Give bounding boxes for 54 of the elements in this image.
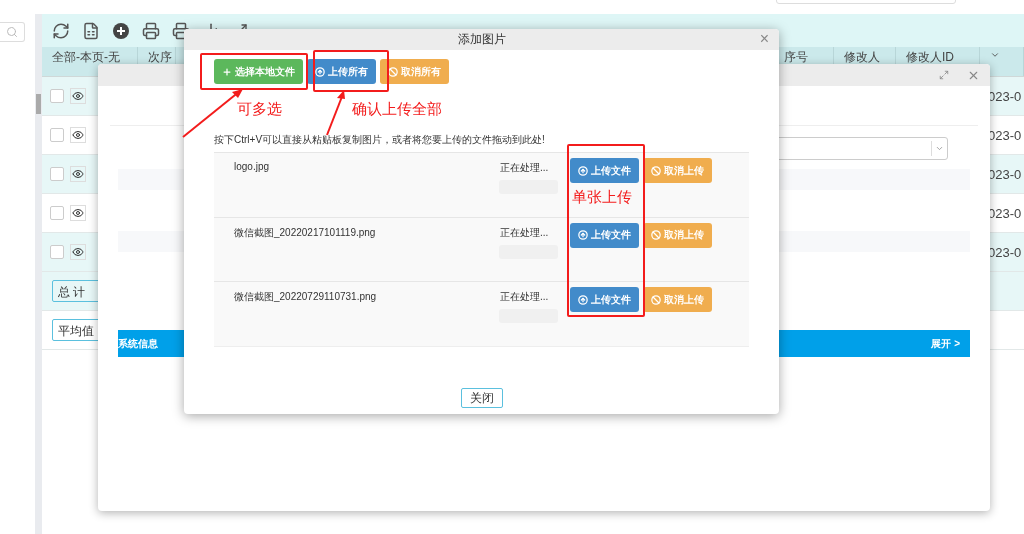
plus-icon — [222, 66, 232, 77]
file-name: 微信截图_20220217101119.png — [234, 225, 376, 240]
view-icon[interactable] — [70, 127, 86, 143]
dialog-title: 添加图片 — [457, 31, 506, 48]
spreadsheet-icon[interactable] — [82, 21, 100, 40]
hint-text: 按下Ctrl+V可以直接从粘贴板复制图片，或者将您要上传的文件拖动到此处! — [214, 133, 546, 147]
add-icon[interactable] — [112, 21, 130, 40]
cancel-button[interactable]: 取消所有 — [380, 59, 449, 84]
row-checkbox[interactable] — [50, 167, 64, 181]
maximize-icon[interactable] — [939, 70, 949, 80]
search-field[interactable] — [0, 22, 25, 42]
add-button[interactable]: 选择本地文件 — [214, 59, 303, 84]
close-button[interactable]: × — [759, 30, 769, 48]
annotation-arrow — [326, 90, 346, 136]
expand-link[interactable]: 展开 > — [931, 336, 960, 351]
close-button[interactable]: 关闭 — [460, 388, 503, 408]
file-status: 正在处理... — [500, 161, 549, 175]
caret-icon — [990, 50, 1000, 60]
file-status: 正在处理... — [500, 290, 549, 304]
cancel-button[interactable]: 取消上传 — [643, 287, 712, 312]
ban-icon — [388, 66, 398, 77]
annotation-text: 单张上传 — [572, 188, 632, 207]
view-icon[interactable] — [70, 88, 86, 104]
cancel-button[interactable]: 取消上传 — [643, 158, 712, 183]
upload-button[interactable]: 上传文件 — [570, 287, 639, 312]
splitter-handle[interactable] — [36, 94, 41, 114]
ban-icon — [651, 294, 661, 305]
row-checkbox[interactable] — [50, 206, 64, 220]
upload-button[interactable]: 上传文件 — [570, 158, 639, 183]
upload-button[interactable]: 上传所有 — [307, 59, 376, 84]
printer-icon[interactable] — [142, 21, 160, 40]
file-status: 正在处理... — [500, 225, 549, 240]
cancel-button[interactable]: 取消上传 — [643, 222, 712, 248]
caret-icon — [935, 144, 944, 153]
search-icon — [6, 26, 18, 38]
upload-icon — [315, 66, 325, 77]
upload-icon — [578, 165, 588, 176]
refresh-icon[interactable] — [52, 21, 70, 40]
upload-button[interactable]: 上传文件 — [570, 222, 639, 248]
ban-icon — [651, 165, 661, 176]
ban-icon — [651, 230, 661, 240]
section-title: 系统信息 — [118, 336, 158, 351]
row-checkbox[interactable] — [50, 128, 64, 142]
annotation-text: 确认上传全部 — [352, 100, 442, 119]
row-checkbox[interactable] — [50, 89, 64, 103]
file-name: 微信截图_20220729110731.png — [234, 290, 377, 304]
view-icon[interactable] — [70, 205, 86, 221]
upload-icon — [578, 294, 588, 305]
annotation-text: 可多选 — [237, 100, 282, 119]
upload-icon — [578, 230, 588, 240]
view-icon[interactable] — [70, 166, 86, 182]
view-icon[interactable] — [70, 244, 86, 260]
file-name: logo.jpg — [234, 161, 270, 172]
row-checkbox[interactable] — [50, 245, 64, 259]
